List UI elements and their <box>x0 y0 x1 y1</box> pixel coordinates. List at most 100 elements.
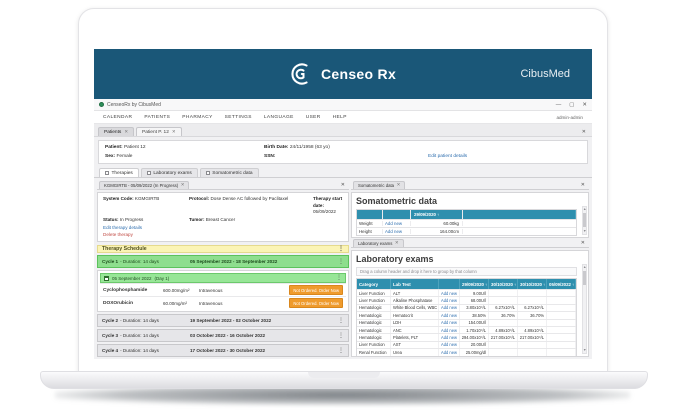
kebab-menu-icon[interactable]: ⋮ <box>338 259 344 265</box>
therapy-schedule-header: Therapy Schedule ⋮ <box>97 245 349 253</box>
edit-therapy-link[interactable]: Edit therapy details <box>103 224 343 231</box>
lab-test-column-header[interactable]: Lab Test <box>391 279 439 289</box>
cycle-1-row[interactable]: Cycle 1 - Duration: 14 days 05 September… <box>97 255 349 268</box>
tab-therapy-kgmgirtb[interactable]: KGMGIRTB - 05/09/2022 (In Progress) ✕ <box>99 181 189 189</box>
kebab-menu-icon[interactable]: ⋮ <box>338 348 344 354</box>
scroll-up-icon[interactable]: ▲ <box>583 207 586 212</box>
close-icon[interactable]: ✕ <box>124 130 128 134</box>
scroll-down-icon[interactable]: ▼ <box>583 229 586 234</box>
minimize-button[interactable]: — <box>556 102 562 108</box>
close-icon[interactable]: ✕ <box>397 183 401 187</box>
kebab-menu-icon[interactable]: ⋮ <box>338 246 344 252</box>
close-icon[interactable]: ✕ <box>395 241 399 245</box>
kebab-menu-icon[interactable]: ⋮ <box>338 333 344 339</box>
scroll-thumb[interactable] <box>583 213 586 227</box>
logo-text: Censeo Rx <box>321 66 396 82</box>
lab-value <box>489 297 518 303</box>
lab-value <box>489 342 518 348</box>
kebab-menu-icon[interactable]: ⋮ <box>338 318 344 324</box>
tab-lab-exams[interactable]: Laboratory exams ✕ <box>353 239 404 247</box>
close-icon[interactable]: ✕ <box>581 240 587 247</box>
cycle-3-row[interactable]: Cycle 3- Duration: 14 days03 October 202… <box>97 329 349 342</box>
lab-row: Liver FunctionALTAdd new9.00U/l <box>357 289 576 296</box>
sort-arrow-icon: ↑ <box>543 282 545 287</box>
menu-item-help[interactable]: HELP <box>333 115 347 120</box>
scrollbar[interactable]: ▲ ▼ <box>582 206 587 235</box>
scroll-down-icon[interactable]: ▼ <box>583 348 586 353</box>
brand-banner: Censeo Rx CibusMed <box>94 49 592 99</box>
tab-somatometric[interactable]: Somatometric data ✕ <box>353 181 405 189</box>
lab-row: Liver FunctionASTAdd new20.00U/l <box>357 341 576 348</box>
tab-patient-p12[interactable]: Patient P. 12 ✕ <box>136 127 182 136</box>
maximize-button[interactable]: ▢ <box>569 102 574 108</box>
close-icon[interactable]: ✕ <box>582 129 588 136</box>
header-cell <box>439 279 460 289</box>
tab-somatometric-data[interactable]: Somatometric data <box>200 168 259 177</box>
menu-item-pharmacy[interactable]: PHARMACY <box>182 115 212 120</box>
lab-test-name: AST <box>391 342 439 348</box>
lab-value <box>547 312 576 318</box>
add-new-link[interactable]: Add new <box>383 229 411 234</box>
lab-row: HematologicHematocritAdd new38.50%36.70%… <box>357 311 576 318</box>
lab-value <box>547 327 576 333</box>
add-new-link[interactable]: Add new <box>439 290 460 296</box>
order-now-button[interactable]: Not Ordered. Order Now <box>289 298 343 308</box>
lab-row: Renal FunctionUreaAdd new25.00mg/dl <box>357 348 576 355</box>
date-column-header[interactable]: 30/10/2020↑ <box>489 279 518 289</box>
start-value: 05/09/2022 <box>313 209 336 214</box>
close-icon[interactable]: ✕ <box>341 182 347 189</box>
add-new-link[interactable]: Add new <box>439 320 460 326</box>
lab-value: 6.27x10⁹/L <box>489 305 518 311</box>
lab-row: HematologicWhite Blood Cells, WBCAdd new… <box>357 304 576 311</box>
delete-therapy-link[interactable]: Delete therapy <box>103 231 343 238</box>
cycle-2-row[interactable]: Cycle 2- Duration: 14 days19 September 2… <box>97 314 349 327</box>
date-column-header[interactable]: 05/09/2022↑ <box>547 279 576 289</box>
scroll-up-icon[interactable]: ▲ <box>583 265 586 270</box>
add-new-link[interactable]: Add new <box>439 342 460 348</box>
date-column-header[interactable]: 29/09/2020 ↑ <box>411 210 463 219</box>
date-column-header[interactable]: 29/09/2020↑ <box>460 279 489 289</box>
measure-value: 60.00kg <box>411 221 463 226</box>
add-new-link[interactable]: Add new <box>439 297 460 303</box>
scroll-thumb[interactable] <box>583 271 586 285</box>
edit-patient-link[interactable]: Edit patient details <box>428 153 581 160</box>
tab-therapies-label: Therapies <box>112 171 133 176</box>
day-1-row[interactable]: 05 September 2022 (Day 1) ⋮ <box>100 273 346 283</box>
cycle-name: Cycle 2 <box>102 318 118 323</box>
close-icon[interactable]: ✕ <box>181 183 185 187</box>
somatometric-table: 29/09/2020 ↑ WeightAdd new60.00kgHeightA… <box>356 209 577 236</box>
tab-laboratory-exams[interactable]: Laboratory exams <box>141 168 198 177</box>
order-now-button[interactable]: Not Ordered. Order Now <box>289 285 343 295</box>
user-label[interactable]: admin-admin <box>556 115 583 120</box>
close-icon[interactable]: ✕ <box>581 182 587 189</box>
menu-item-calendar[interactable]: CALENDAR <box>103 115 132 120</box>
menu-item-language[interactable]: LANGUAGE <box>264 115 294 120</box>
add-new-link[interactable]: Add new <box>439 349 460 355</box>
add-new-link[interactable]: Add new <box>439 334 460 340</box>
add-new-link[interactable]: Add new <box>439 327 460 333</box>
lab-test-name: Hematocrit <box>391 312 439 318</box>
date-header-label: 30/10/2020 <box>520 282 542 287</box>
lab-value: 4.89x10⁹/L <box>489 327 518 333</box>
category-column-header[interactable]: Category <box>357 279 391 289</box>
tab-patients[interactable]: Patients ✕ <box>98 127 134 136</box>
cycle-4-row[interactable]: Cycle 4- Duration: 14 days17 October 202… <box>97 344 349 357</box>
lab-value <box>489 290 518 296</box>
date-column-header[interactable]: 30/10/2020↑ <box>518 279 547 289</box>
menu-item-user[interactable]: USER <box>306 115 321 120</box>
menu-bar: CALENDAR PATIENTS PHARMACY SETTINGS LANGUAGE… <box>94 111 592 124</box>
add-new-link[interactable]: Add new <box>383 221 411 226</box>
close-icon[interactable]: ✕ <box>172 130 176 134</box>
menu-item-patients[interactable]: PATIENTS <box>144 115 170 120</box>
lab-table-header: Category Lab Test 29/09/2020↑30/10/2020↑… <box>357 279 576 289</box>
kebab-menu-icon[interactable]: ⋮ <box>336 275 342 281</box>
scrollbar[interactable]: ▲ ▼ <box>582 264 587 354</box>
add-new-link[interactable]: Add new <box>439 312 460 318</box>
tab-therapies[interactable]: Therapies <box>99 168 139 177</box>
close-button[interactable]: ✕ <box>582 102 587 108</box>
menu-item-settings[interactable]: SETTINGS <box>225 115 252 120</box>
lab-value: 9.00U/l <box>460 290 489 296</box>
day-date: 05 September 2022 <box>112 276 152 281</box>
add-new-link[interactable]: Add new <box>439 305 460 311</box>
cycle-range: 05 September 2022 - 18 September 2022 <box>190 259 277 264</box>
